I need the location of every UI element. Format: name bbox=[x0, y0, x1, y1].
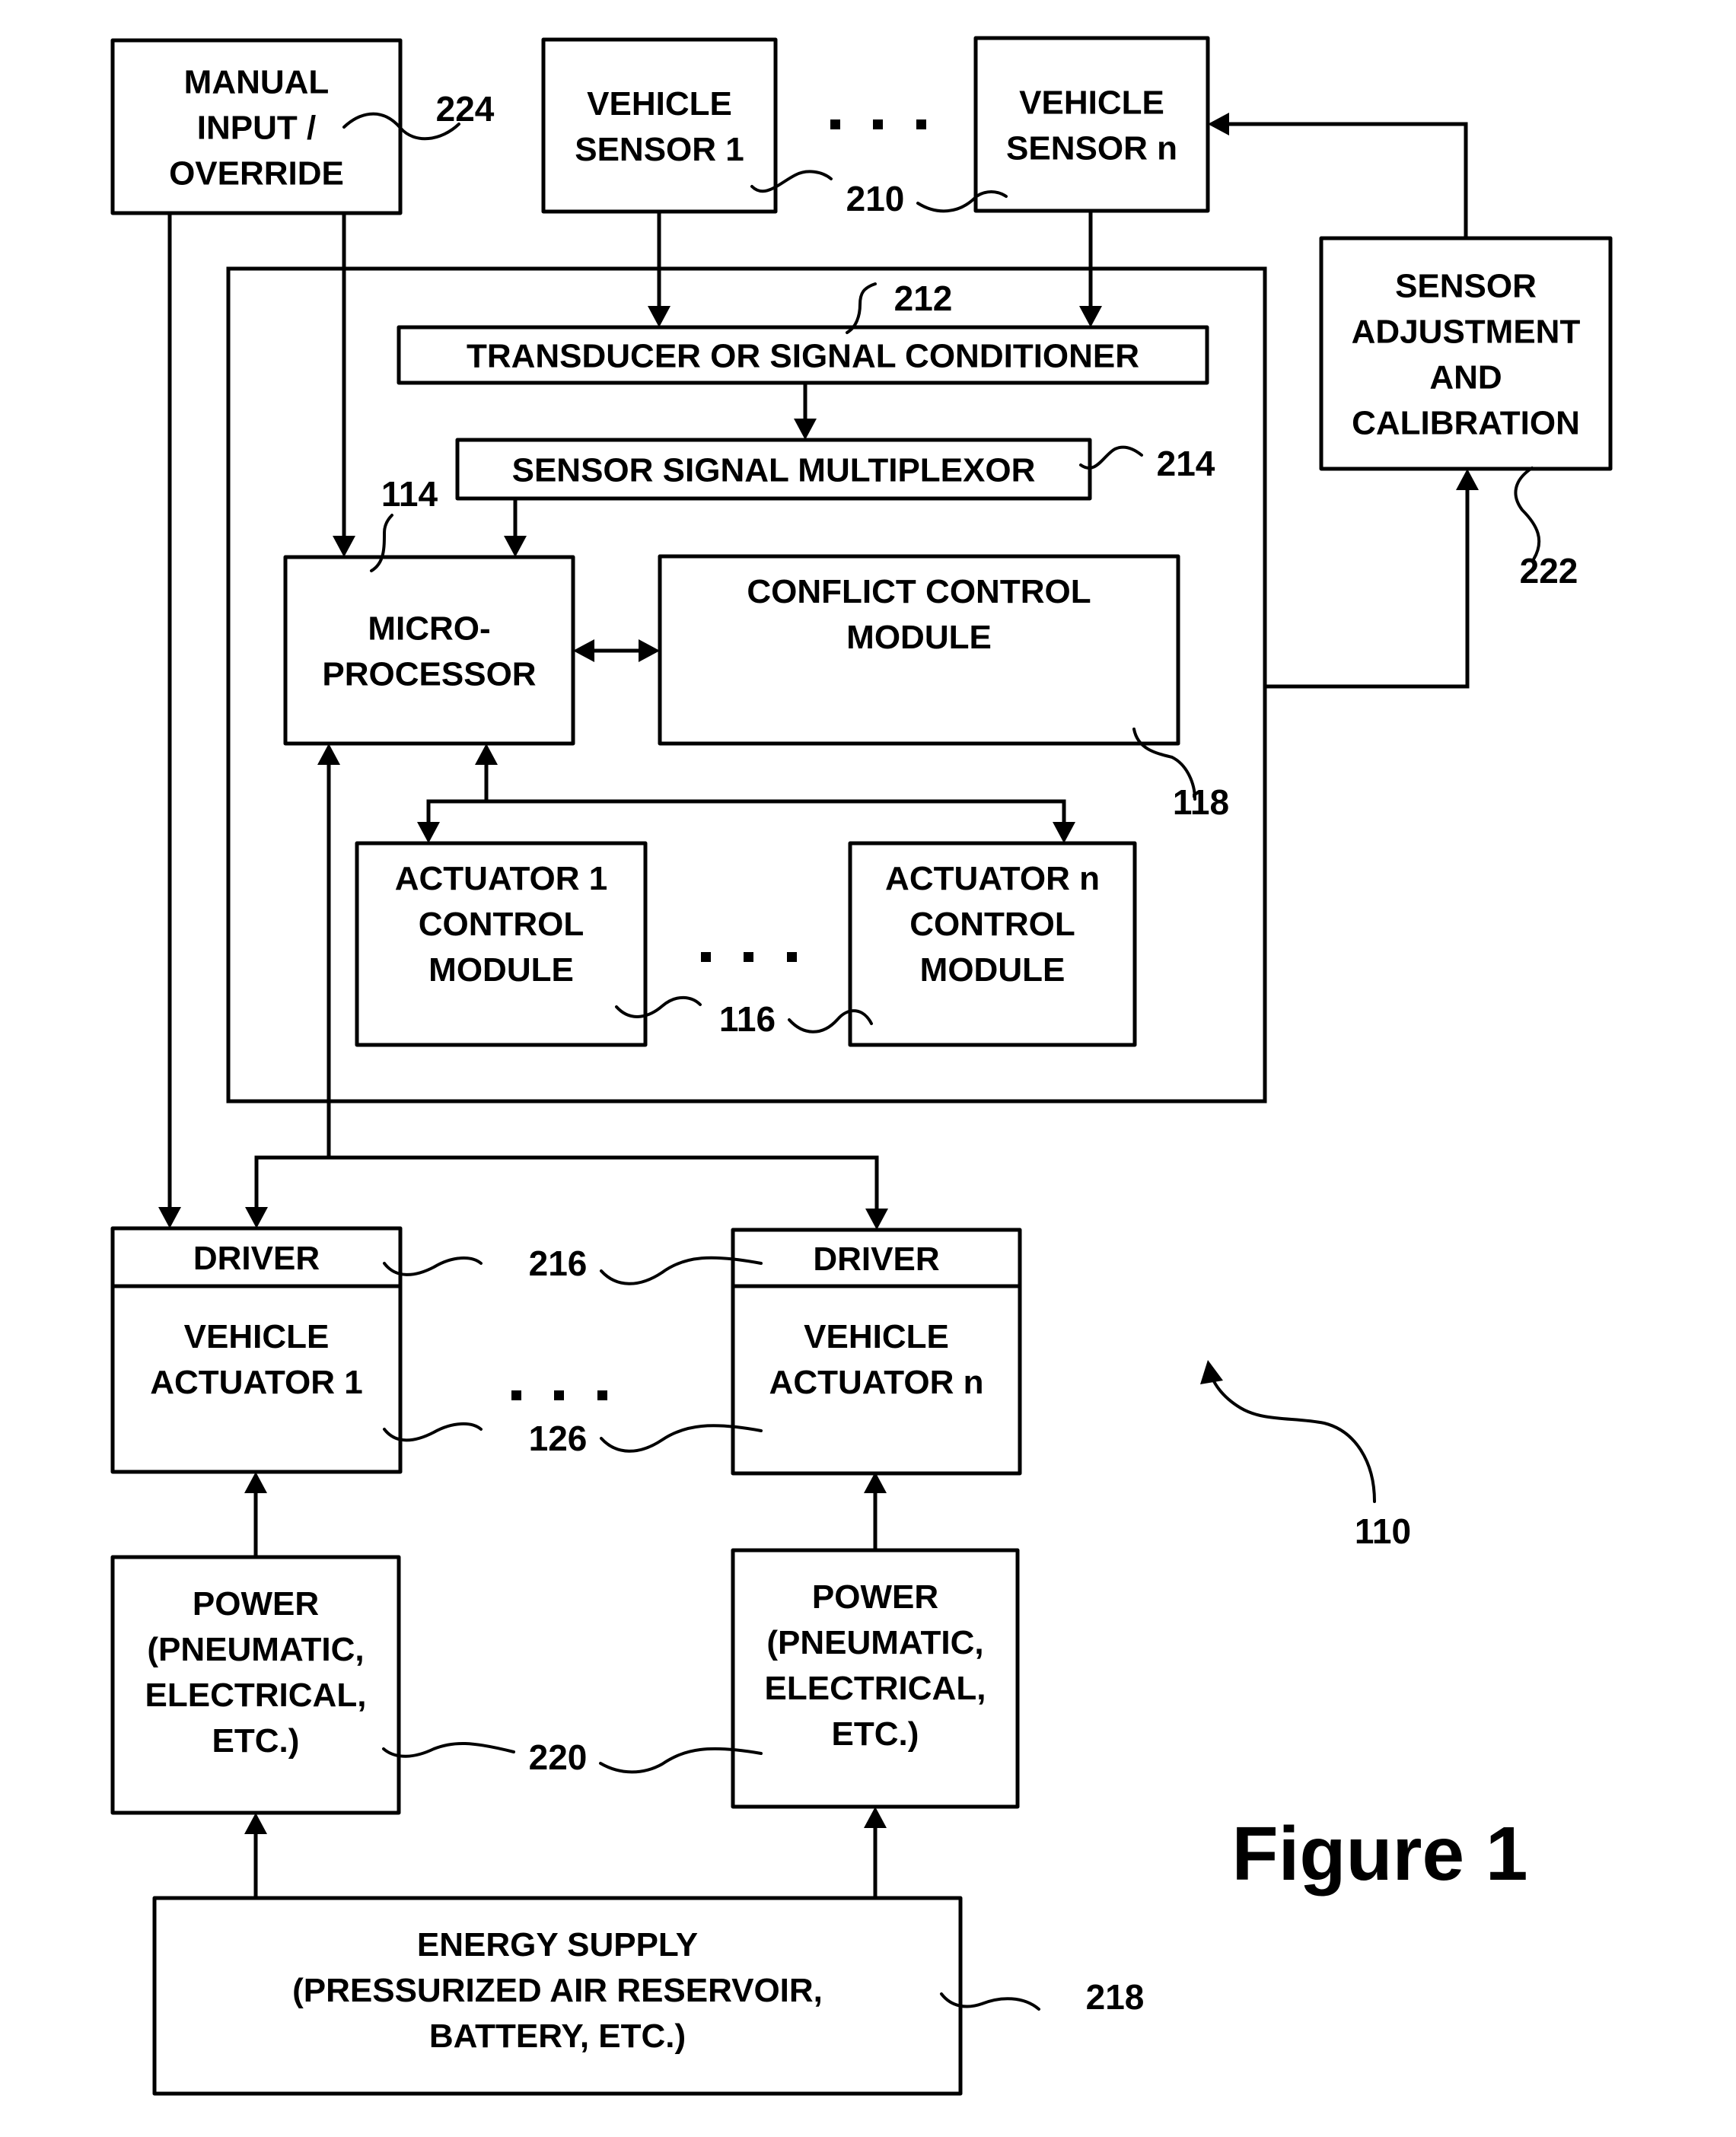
ref-222: 222 bbox=[1520, 551, 1578, 591]
power-1-label-line: ELECTRICAL, bbox=[145, 1677, 367, 1714]
driver-n-label-line: DRIVER bbox=[813, 1240, 939, 1278]
block-actuator-1-control: ACTUATOR 1 CONTROL MODULE bbox=[355, 841, 648, 1047]
ref-220: 220 bbox=[529, 1737, 588, 1777]
block-conflict-control: CONFLICT CONTROL MODULE bbox=[658, 554, 1180, 746]
power-1-label-line: ETC.) bbox=[212, 1722, 300, 1760]
block-manual-input: MANUAL INPUT / OVERRIDE bbox=[110, 38, 403, 215]
manual-input-label-line: MANUAL bbox=[184, 64, 330, 101]
actuator-1-control-label-line: MODULE bbox=[428, 951, 574, 989]
ref-218: 218 bbox=[1086, 1977, 1145, 2017]
ref-212: 212 bbox=[894, 279, 953, 318]
microprocessor-box bbox=[283, 555, 575, 746]
actuator-n-control-label-line: MODULE bbox=[920, 951, 1065, 989]
actuator-1-control-label-line: ACTUATOR 1 bbox=[395, 860, 608, 897]
power-n-label-line: POWER bbox=[812, 1578, 938, 1616]
actuator-n-control-label-line: CONTROL bbox=[909, 906, 1075, 943]
vehicle-sensor-n-label-line: SENSOR n bbox=[1006, 130, 1177, 167]
ref-116: 116 bbox=[719, 999, 776, 1039]
manual-input-label-line: OVERRIDE bbox=[169, 155, 344, 193]
energy-supply-label-line: BATTERY, ETC.) bbox=[429, 2018, 686, 2055]
block-sensor-adjustment: SENSOR ADJUSTMENT AND CALIBRATION bbox=[1319, 236, 1613, 471]
driver-1-label-line: DRIVER bbox=[193, 1240, 320, 1277]
vehicle-actuator-1-label-line: VEHICLE bbox=[184, 1318, 330, 1355]
block-actuator-n-control: ACTUATOR n CONTROL MODULE bbox=[848, 841, 1137, 1047]
figure-title: Figure 1 bbox=[1232, 1811, 1528, 1897]
multiplexor-label-line: SENSOR SIGNAL MULTIPLEXOR bbox=[512, 452, 1036, 489]
block-vehicle-sensor-n: VEHICLE SENSOR n bbox=[973, 36, 1210, 213]
block-power-n: POWER (PNEUMATIC, ELECTRICAL, ETC.) bbox=[731, 1548, 1020, 1809]
ref-224: 224 bbox=[436, 89, 495, 129]
sensor-adjustment-label-line: CALIBRATION bbox=[1352, 405, 1580, 442]
block-transducer: TRANSDUCER OR SIGNAL CONDITIONER bbox=[397, 325, 1209, 385]
energy-supply-label-line: ENERGY SUPPLY bbox=[417, 1926, 698, 1963]
vehicle-actuator-n-label-line: VEHICLE bbox=[804, 1318, 949, 1355]
transducer-label-line: TRANSDUCER OR SIGNAL CONDITIONER bbox=[467, 338, 1139, 375]
actuator-1-control-label-line: CONTROL bbox=[419, 906, 585, 943]
ref-210: 210 bbox=[846, 179, 905, 218]
ref-110: 110 bbox=[1355, 1511, 1411, 1551]
sensor-adjustment-label-line: ADJUSTMENT bbox=[1352, 314, 1581, 351]
power-1-label-line: (PNEUMATIC, bbox=[147, 1631, 364, 1668]
microprocessor-label-line: PROCESSOR bbox=[322, 656, 536, 693]
actuator-n-control-label-line: ACTUATOR n bbox=[885, 860, 1100, 897]
power-1-label-line: POWER bbox=[193, 1585, 319, 1623]
vehicle-sensor-1-box bbox=[541, 37, 778, 214]
sensor-adjustment-label-line: SENSOR bbox=[1395, 268, 1537, 305]
ref-216: 216 bbox=[529, 1244, 588, 1283]
patent-figure: MANUALINPUT /OVERRIDEVEHICLESENSOR 1VEHI… bbox=[0, 0, 1736, 2137]
ref-114: 114 bbox=[381, 474, 438, 514]
vehicle-sensor-n-box bbox=[973, 36, 1210, 213]
power-n-label-line: ETC.) bbox=[832, 1715, 919, 1753]
block-power-1: POWER (PNEUMATIC, ELECTRICAL, ETC.) bbox=[110, 1555, 401, 1815]
power-n-label-line: ELECTRICAL, bbox=[765, 1670, 986, 1707]
ref-214: 214 bbox=[1157, 444, 1215, 483]
manual-input-label-line: INPUT / bbox=[197, 110, 316, 147]
sensor-adjustment-label-line: AND bbox=[1429, 359, 1502, 397]
vehicle-actuator-1-label-line: ACTUATOR 1 bbox=[150, 1364, 363, 1401]
block-vehicle-sensor-1: VEHICLE SENSOR 1 bbox=[541, 37, 778, 214]
block-microprocessor: MICRO- PROCESSOR bbox=[283, 555, 575, 746]
conflict-control-label-line: CONFLICT CONTROL bbox=[747, 573, 1091, 610]
vehicle-sensor-1-label-line: VEHICLE bbox=[587, 85, 732, 123]
ref-118: 118 bbox=[1173, 782, 1229, 822]
vehicle-actuator-n-label-line: ACTUATOR n bbox=[769, 1364, 984, 1401]
energy-supply-label-line: (PRESSURIZED AIR RESERVOIR, bbox=[292, 1972, 823, 2009]
power-n-label-line: (PNEUMATIC, bbox=[766, 1624, 983, 1661]
ref-126: 126 bbox=[529, 1419, 588, 1458]
conflict-control-label-line: MODULE bbox=[846, 619, 992, 656]
block-energy-supply: ENERGY SUPPLY (PRESSURIZED AIR RESERVOIR,… bbox=[152, 1896, 963, 2096]
vehicle-sensor-n-label-line: VEHICLE bbox=[1019, 84, 1164, 122]
block-multiplexor: SENSOR SIGNAL MULTIPLEXOR bbox=[455, 438, 1092, 501]
microprocessor-label-line: MICRO- bbox=[368, 610, 490, 648]
vehicle-sensor-1-label-line: SENSOR 1 bbox=[575, 131, 744, 168]
